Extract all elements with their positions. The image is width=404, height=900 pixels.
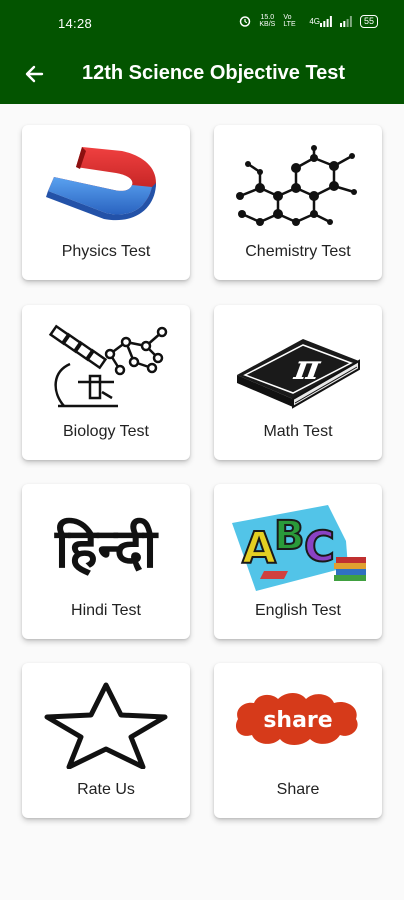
back-button[interactable] <box>20 60 48 88</box>
hindi-test-card[interactable]: हिन्दी Hindi Test <box>22 484 190 639</box>
rate-us-card[interactable]: Rate Us <box>22 663 190 818</box>
hindi-test-label: Hindi Test <box>71 602 141 619</box>
signal-4g-icon: 4G <box>309 15 332 27</box>
math-test-label: Math Test <box>263 423 333 440</box>
abc-letters-icon: A B C <box>214 496 382 596</box>
share-badge-text: share <box>263 708 332 733</box>
english-test-label: English Test <box>255 602 341 619</box>
microscope-icon <box>22 317 190 417</box>
share-card[interactable]: share Share <box>214 663 382 818</box>
molecule-icon <box>214 137 382 237</box>
battery-icon: 55 <box>359 14 378 28</box>
system-icons: 15.0 KB/S Vo LTE 4G 55 <box>239 14 378 28</box>
magnet-icon <box>22 137 190 237</box>
star-icon <box>22 675 190 775</box>
chemistry-test-label: Chemistry Test <box>245 243 351 260</box>
svg-text:A: A <box>242 523 276 574</box>
net-speed: 15.0 KB/S <box>259 14 276 28</box>
pi-book-icon: π <box>214 317 382 417</box>
status-bar: 14:28 15.0 KB/S Vo LTE 4G 55 <box>0 0 404 46</box>
page-title: 12th Science Objective Test <box>82 62 346 84</box>
physics-test-card[interactable]: Physics Test <box>22 125 190 280</box>
share-badge-icon: share <box>214 669 382 769</box>
svg-text:B: B <box>274 513 305 559</box>
physics-test-label: Physics Test <box>61 243 151 260</box>
chemistry-test-card[interactable]: Chemistry Test <box>214 125 382 280</box>
biology-test-label: Biology Test <box>63 423 149 440</box>
share-label: Share <box>276 781 320 798</box>
hindi-script-icon: हिन्दी <box>54 516 157 580</box>
svg-text:C: C <box>304 522 335 571</box>
volte-label: Vo LTE <box>283 14 296 28</box>
alarm-icon <box>239 15 251 27</box>
app-bar: 12th Science Objective Test <box>0 46 404 104</box>
status-time: 14:28 <box>58 16 93 31</box>
math-test-card[interactable]: π Math Test <box>214 305 382 460</box>
arrow-back-icon <box>25 65 44 83</box>
signal-icon <box>339 15 352 27</box>
rate-us-label: Rate Us <box>77 781 135 798</box>
english-test-card[interactable]: A B C English Test <box>214 484 382 639</box>
biology-test-card[interactable]: Biology Test <box>22 305 190 460</box>
